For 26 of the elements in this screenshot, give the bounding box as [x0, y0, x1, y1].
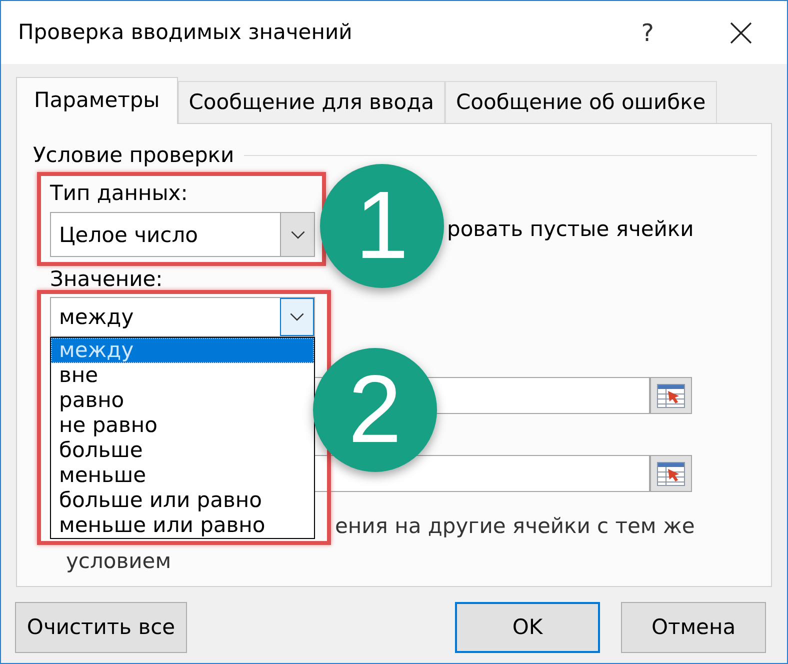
field-label: Тип данных: [50, 182, 188, 205]
tab[interactable]: Сообщение об ошибке [445, 81, 717, 123]
range-picker-button[interactable] [650, 455, 692, 492]
window-title: Проверка вводимых значений [18, 18, 352, 46]
tab[interactable]: Параметры [16, 77, 178, 124]
checkbox-label: ения на другие ячейки с тем же [335, 515, 695, 538]
close-button[interactable] [730, 22, 752, 44]
field-label: Значение: [50, 269, 163, 290]
dropdown-button[interactable] [280, 298, 314, 336]
dropdown-option[interactable]: между [51, 338, 314, 363]
close-icon [730, 22, 752, 44]
dropdown-field[interactable]: между [50, 297, 315, 337]
dialog-button[interactable]: Отмена [621, 602, 766, 653]
chevron-down-icon [290, 313, 304, 321]
checkbox-label: условием [66, 550, 172, 573]
dropdown-value: Целое число [58, 222, 199, 246]
dropdown-value: между [58, 305, 135, 329]
dialog-button[interactable]: OK [455, 602, 600, 653]
group-title: Условие проверки [33, 144, 234, 167]
range-picker-button[interactable] [650, 377, 692, 414]
tab[interactable]: Сообщение для ввода [178, 81, 445, 123]
dialog-button[interactable]: Очистить все [15, 602, 187, 653]
help-button[interactable]: ? [641, 18, 654, 46]
dropdown-field[interactable]: Целое число [50, 212, 315, 257]
chevron-down-icon [290, 230, 304, 238]
checkbox-label: ровать пустые ячейки [447, 217, 694, 241]
